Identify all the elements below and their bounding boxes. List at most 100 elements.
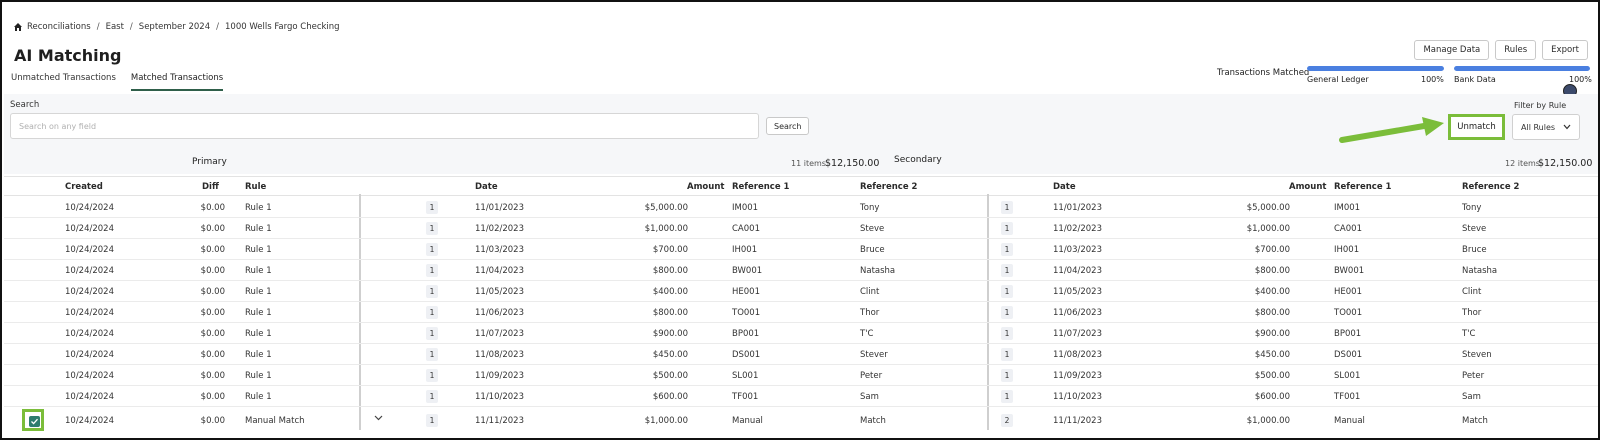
bank-data-percent: 100% <box>1569 75 1592 84</box>
cell-primary-amount: $400.00 <box>652 287 688 297</box>
cell-primary-amount: $5,000.00 <box>644 203 688 213</box>
cell-primary-amount: $700.00 <box>652 245 688 255</box>
col-primary-reference-1[interactable]: Reference 1 <box>732 182 789 192</box>
cell-secondary-amount: $400.00 <box>1254 287 1290 297</box>
cell-rule: Rule 1 <box>245 350 272 360</box>
cell-primary-amount: $800.00 <box>652 308 688 318</box>
secondary-count-badge: 1 <box>1001 348 1013 361</box>
cell-secondary-amount: $5,000.00 <box>1246 203 1290 213</box>
table-row[interactable]: 10/24/2024 $0.00 Rule 1 11/07/2023 $900.00 BP… <box>4 323 1598 344</box>
primary-total: $12,150.00 <box>825 158 880 169</box>
cell-primary-reference-1: IH001 <box>732 245 758 255</box>
table-row[interactable]: 10/24/2024 $0.00 Rule 1 11/06/2023 $800.00 TO… <box>4 302 1598 323</box>
col-rule[interactable]: Rule <box>245 182 266 192</box>
secondary-count-badge: 1 <box>1001 201 1013 214</box>
table-row[interactable]: 10/24/2024 $0.00 Rule 1 11/05/2023 $400.00 HE… <box>4 281 1598 302</box>
cell-diff: $0.00 <box>200 371 225 381</box>
breadcrumb-item-region[interactable]: East <box>106 22 124 32</box>
breadcrumb-item-account[interactable]: 1000 Wells Fargo Checking <box>225 22 340 32</box>
col-created[interactable]: Created <box>65 182 103 192</box>
cell-secondary-reference-1: IH001 <box>1334 245 1360 255</box>
tab-unmatched-transactions[interactable]: Unmatched Transactions <box>11 73 116 91</box>
cell-secondary-reference-1: SL001 <box>1334 371 1361 381</box>
cell-primary-date: 11/04/2023 <box>475 266 524 276</box>
col-secondary-reference-1[interactable]: Reference 1 <box>1334 182 1391 192</box>
cell-rule: Rule 1 <box>245 287 272 297</box>
col-diff[interactable]: Diff <box>202 182 219 192</box>
cell-rule: Rule 1 <box>245 371 272 381</box>
cell-secondary-reference-1: IM001 <box>1334 203 1361 213</box>
table-row[interactable]: 10/24/2024 $0.00 Rule 1 11/09/2023 $500.00 SL… <box>4 365 1598 386</box>
col-primary-amount[interactable]: Amount <box>687 182 724 192</box>
cell-diff: $0.00 <box>200 287 225 297</box>
secondary-count-badge: 1 <box>1001 285 1013 298</box>
cell-created: 10/24/2024 <box>65 392 114 402</box>
breadcrumb-item-period[interactable]: September 2024 <box>139 22 210 32</box>
general-ledger-progress-fill <box>1307 66 1444 71</box>
col-secondary-date[interactable]: Date <box>1053 182 1076 192</box>
cell-secondary-date: 11/08/2023 <box>1053 350 1102 360</box>
table-row[interactable]: 10/24/2024 $0.00 Rule 1 11/10/2023 $600.00 TF… <box>4 386 1598 407</box>
cell-secondary-date: 11/01/2023 <box>1053 203 1102 213</box>
bank-data-label: Bank Data <box>1454 75 1496 84</box>
cell-primary-date: 11/06/2023 <box>475 308 524 318</box>
breadcrumb-item-reconciliations[interactable]: Reconciliations <box>27 22 91 32</box>
manage-data-button[interactable]: Manage Data <box>1414 40 1490 60</box>
table-row[interactable]: 10/24/2024 $0.00 Rule 1 11/03/2023 $700.00 IH… <box>4 239 1598 260</box>
cell-secondary-reference-2: Peter <box>1462 371 1485 381</box>
cell-primary-date: 11/03/2023 <box>475 245 524 255</box>
table-row[interactable]: 10/24/2024 $0.00 Manual Match 11/11/2023 $1,… <box>4 407 1598 433</box>
cell-primary-date: 11/07/2023 <box>475 329 524 339</box>
secondary-item-count: 12 items <box>1505 159 1540 168</box>
home-icon[interactable] <box>13 22 23 32</box>
table-row[interactable]: 10/24/2024 $0.00 Rule 1 11/08/2023 $450.00 DS… <box>4 344 1598 365</box>
cell-secondary-reference-2: Clint <box>1462 287 1482 297</box>
cell-primary-reference-2: Thor <box>860 308 880 318</box>
table-row[interactable]: 10/24/2024 $0.00 Rule 1 11/04/2023 $800.00 BW… <box>4 260 1598 281</box>
rule-filter-select[interactable]: All Rules <box>1512 114 1580 140</box>
table-row[interactable]: 10/24/2024 $0.00 Rule 1 11/01/2023 $5,000.00… <box>4 197 1598 218</box>
cell-primary-date: 11/10/2023 <box>475 392 524 402</box>
col-secondary-amount[interactable]: Amount <box>1289 182 1326 192</box>
cell-created: 10/24/2024 <box>65 416 114 426</box>
secondary-count-badge: 1 <box>1001 327 1013 340</box>
cell-secondary-reference-2: Match <box>1462 416 1488 426</box>
cell-primary-date: 11/08/2023 <box>475 350 524 360</box>
chevron-down-icon[interactable] <box>374 414 383 424</box>
export-button[interactable]: Export <box>1542 40 1588 60</box>
primary-count-badge: 1 <box>426 222 438 235</box>
cell-primary-date: 11/05/2023 <box>475 287 524 297</box>
cell-secondary-date: 11/04/2023 <box>1053 266 1102 276</box>
cell-rule: Rule 1 <box>245 245 272 255</box>
cell-secondary-reference-2: T'C <box>1462 329 1476 339</box>
cell-secondary-reference-2: Steven <box>1462 350 1492 360</box>
cell-primary-reference-1: TF001 <box>732 392 759 402</box>
search-input[interactable] <box>10 113 759 139</box>
rules-button[interactable]: Rules <box>1495 40 1537 60</box>
unmatch-button[interactable]: Unmatch <box>1451 117 1502 137</box>
cell-secondary-date: 11/07/2023 <box>1053 329 1102 339</box>
table-body: 10/24/2024 $0.00 Rule 1 11/01/2023 $5,000.00… <box>4 197 1598 433</box>
primary-count-badge: 1 <box>426 327 438 340</box>
arrow-pointer-icon <box>1339 117 1444 143</box>
col-secondary-reference-2[interactable]: Reference 2 <box>1462 182 1519 192</box>
tab-matched-transactions[interactable]: Matched Transactions <box>130 73 224 91</box>
unmatch-highlight: Unmatch <box>1448 114 1505 140</box>
bank-data-progress-fill <box>1454 66 1590 71</box>
cell-secondary-reference-1: BW001 <box>1334 266 1365 276</box>
col-primary-date[interactable]: Date <box>475 182 498 192</box>
cell-created: 10/24/2024 <box>65 245 114 255</box>
secondary-count-badge: 1 <box>1001 264 1013 277</box>
cell-primary-reference-1: Manual <box>732 416 763 426</box>
col-primary-reference-2[interactable]: Reference 2 <box>860 182 917 192</box>
search-button[interactable]: Search <box>766 117 810 135</box>
cell-secondary-date: 11/09/2023 <box>1053 371 1102 381</box>
cell-secondary-amount: $600.00 <box>1254 392 1290 402</box>
table-row[interactable]: 10/24/2024 $0.00 Rule 1 11/02/2023 $1,000.00… <box>4 218 1598 239</box>
cell-primary-reference-1: TO001 <box>732 308 761 318</box>
cell-primary-date: 11/01/2023 <box>475 203 524 213</box>
row-checkbox[interactable] <box>29 416 40 427</box>
cell-primary-reference-2: Tony <box>860 203 880 213</box>
cell-primary-reference-1: IM001 <box>732 203 759 213</box>
cell-primary-date: 11/09/2023 <box>475 371 524 381</box>
